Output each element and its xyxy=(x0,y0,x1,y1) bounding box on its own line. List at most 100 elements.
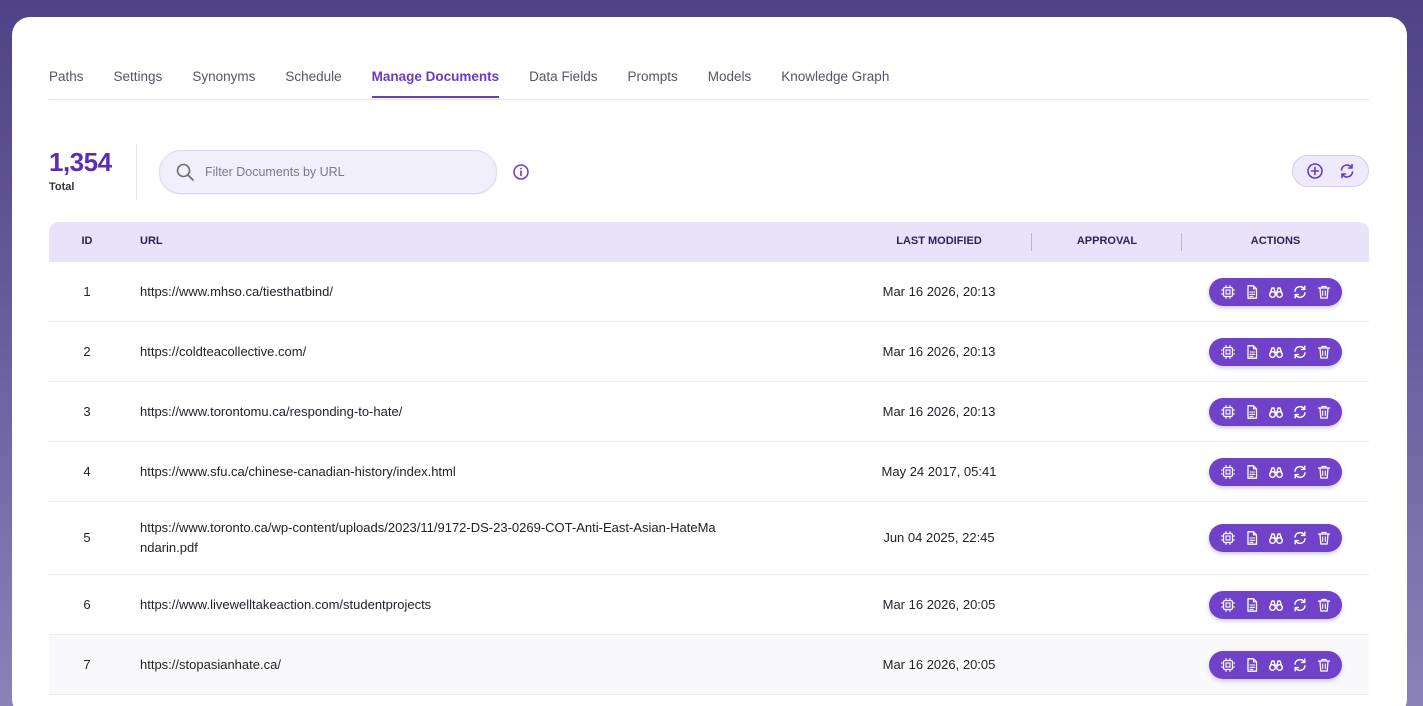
table-row: 5 https://www.toronto.ca/wp-content/uploa… xyxy=(49,502,1369,575)
divider xyxy=(136,144,137,200)
trash-icon[interactable] xyxy=(1316,657,1332,673)
table-row: 1 https://www.mhso.ca/tiesthatbind/Mar 16… xyxy=(49,262,1369,322)
toolbar-buttons xyxy=(1292,155,1369,187)
header-id: ID xyxy=(81,235,93,247)
row-url: https://www.torontomu.ca/responding-to-h… xyxy=(140,403,403,419)
row-actions xyxy=(1209,650,1342,679)
main-card: Paths Settings Synonyms Schedule Manage … xyxy=(12,17,1407,706)
tab-knowledge-graph[interactable]: Knowledge Graph xyxy=(781,65,889,98)
row-id: 1 xyxy=(83,283,91,299)
table-row: 7 https://stopasianhate.ca/Mar 16 2026, 2… xyxy=(49,635,1369,695)
cpu-icon[interactable] xyxy=(1220,530,1236,546)
documents-table: ID URL LAST MODIFIED APPROVAL ACTIONS 1 h… xyxy=(49,222,1369,695)
table-row: 2 https://coldteacollective.com/Mar 16 20… xyxy=(49,322,1369,382)
row-actions xyxy=(1209,337,1342,366)
refresh-icon[interactable] xyxy=(1338,162,1356,180)
info-icon[interactable] xyxy=(512,163,530,181)
binoculars-icon[interactable] xyxy=(1268,284,1284,300)
row-last-modified: Mar 16 2026, 20:05 xyxy=(882,596,996,612)
header-last-modified[interactable]: LAST MODIFIED xyxy=(839,222,1039,261)
cpu-icon[interactable] xyxy=(1220,344,1236,360)
row-actions xyxy=(1209,524,1342,552)
row-url: https://www.sfu.ca/chinese-canadian-hist… xyxy=(140,463,456,479)
tab-synonyms[interactable]: Synonyms xyxy=(192,65,255,98)
trash-icon[interactable] xyxy=(1316,597,1332,613)
document-icon[interactable] xyxy=(1244,344,1260,360)
binoculars-icon[interactable] xyxy=(1268,530,1284,546)
row-actions xyxy=(1209,277,1342,306)
header-actions: ACTIONS xyxy=(1250,235,1301,247)
search-input[interactable] xyxy=(203,164,477,180)
row-id: 5 xyxy=(83,530,91,545)
row-url: https://coldteacollective.com/ xyxy=(140,343,307,359)
trash-icon[interactable] xyxy=(1316,344,1332,360)
refresh-icon[interactable] xyxy=(1292,344,1308,360)
document-icon[interactable] xyxy=(1244,464,1260,480)
binoculars-icon[interactable] xyxy=(1268,404,1284,420)
tab-models[interactable]: Models xyxy=(708,65,752,98)
row-last-modified: Mar 16 2026, 20:05 xyxy=(882,656,996,672)
row-url: https://www.toronto.ca/wp-content/upload… xyxy=(140,520,716,555)
document-icon[interactable] xyxy=(1244,530,1260,546)
document-icon[interactable] xyxy=(1244,404,1260,420)
binoculars-icon[interactable] xyxy=(1268,344,1284,360)
binoculars-icon[interactable] xyxy=(1268,464,1284,480)
document-icon[interactable] xyxy=(1244,284,1260,300)
table-row: 6 https://www.livewelltakeaction.com/stud… xyxy=(49,575,1369,635)
cpu-icon[interactable] xyxy=(1220,284,1236,300)
row-id: 6 xyxy=(83,596,91,612)
row-last-modified: Mar 16 2026, 20:13 xyxy=(882,283,996,299)
row-last-modified: Mar 16 2026, 20:13 xyxy=(882,343,996,359)
trash-icon[interactable] xyxy=(1316,404,1332,420)
trash-icon[interactable] xyxy=(1316,464,1332,480)
total-value: 1,354 xyxy=(49,147,112,177)
total-count: 1,354 Total xyxy=(49,145,112,193)
row-url: https://www.livewelltakeaction.com/stude… xyxy=(140,596,432,612)
row-id: 3 xyxy=(83,403,91,419)
row-actions xyxy=(1209,397,1342,426)
tab-manage-documents[interactable]: Manage Documents xyxy=(371,65,500,98)
trash-icon[interactable] xyxy=(1316,284,1332,300)
row-last-modified: Jun 04 2025, 22:45 xyxy=(883,530,995,545)
cpu-icon[interactable] xyxy=(1220,464,1236,480)
refresh-icon[interactable] xyxy=(1292,464,1308,480)
refresh-icon[interactable] xyxy=(1292,404,1308,420)
search-box xyxy=(159,150,497,194)
row-actions xyxy=(1209,457,1342,486)
row-last-modified: May 24 2017, 05:41 xyxy=(881,463,997,479)
tab-paths[interactable]: Paths xyxy=(49,65,84,98)
tab-data-fields[interactable]: Data Fields xyxy=(529,65,597,98)
refresh-icon[interactable] xyxy=(1292,530,1308,546)
trash-icon[interactable] xyxy=(1316,530,1332,546)
row-id: 7 xyxy=(83,656,91,672)
table-row: 4 https://www.sfu.ca/chinese-canadian-his… xyxy=(49,442,1369,502)
binoculars-icon[interactable] xyxy=(1268,597,1284,613)
header-approval[interactable]: APPROVAL xyxy=(1032,222,1182,261)
tab-prompts[interactable]: Prompts xyxy=(627,65,677,98)
cpu-icon[interactable] xyxy=(1220,657,1236,673)
table-header: ID URL LAST MODIFIED APPROVAL ACTIONS xyxy=(49,222,1369,262)
row-actions xyxy=(1209,590,1342,619)
refresh-icon[interactable] xyxy=(1292,284,1308,300)
row-url: https://www.mhso.ca/tiesthatbind/ xyxy=(140,283,333,299)
row-last-modified: Mar 16 2026, 20:13 xyxy=(882,403,996,419)
add-circle-icon[interactable] xyxy=(1306,162,1324,180)
table-body: 1 https://www.mhso.ca/tiesthatbind/Mar 16… xyxy=(49,262,1369,695)
table-row: 3 https://www.torontomu.ca/responding-to-… xyxy=(49,382,1369,442)
refresh-icon[interactable] xyxy=(1292,657,1308,673)
search-icon xyxy=(175,162,195,182)
document-icon[interactable] xyxy=(1244,657,1260,673)
row-id: 2 xyxy=(83,343,91,359)
tab-schedule[interactable]: Schedule xyxy=(285,65,341,98)
cpu-icon[interactable] xyxy=(1220,404,1236,420)
binoculars-icon[interactable] xyxy=(1268,657,1284,673)
document-icon[interactable] xyxy=(1244,597,1260,613)
refresh-icon[interactable] xyxy=(1292,597,1308,613)
header-separator xyxy=(1181,233,1182,251)
row-url: https://stopasianhate.ca/ xyxy=(140,656,281,672)
tab-settings[interactable]: Settings xyxy=(114,65,163,98)
header-url: URL xyxy=(140,235,163,247)
row-id: 4 xyxy=(83,463,91,479)
cpu-icon[interactable] xyxy=(1220,597,1236,613)
tab-bar: Paths Settings Synonyms Schedule Manage … xyxy=(49,65,1369,100)
